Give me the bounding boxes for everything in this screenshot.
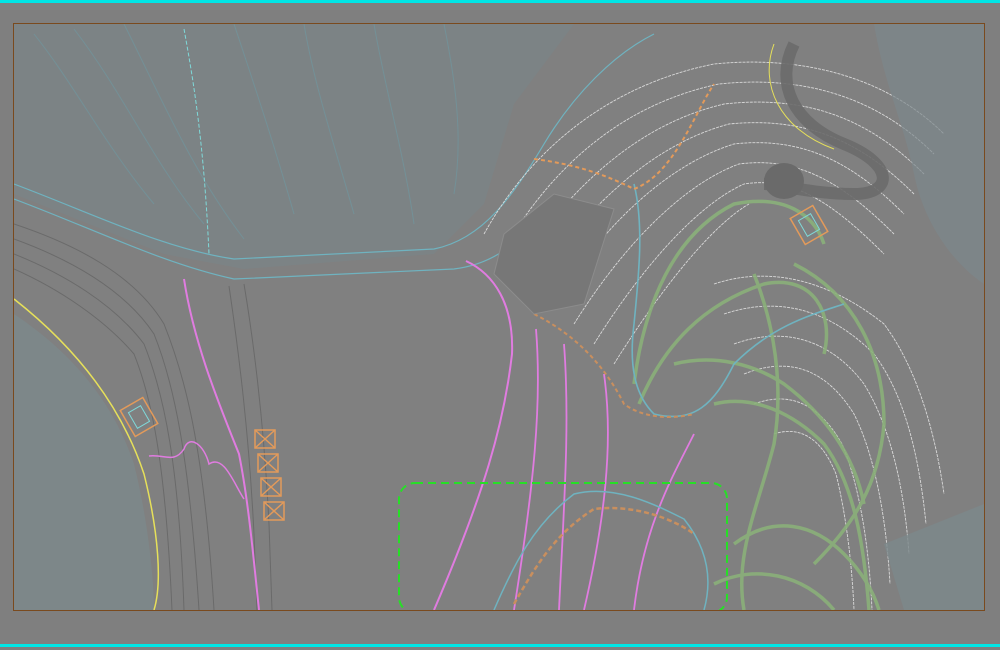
bottom-accent-rule [0, 644, 1000, 647]
turnaround [764, 163, 804, 199]
drawing-viewport[interactable] [13, 23, 985, 611]
top-accent-rule [0, 0, 1000, 3]
cad-application [0, 0, 1000, 650]
site-plan-canvas[interactable] [14, 24, 984, 610]
